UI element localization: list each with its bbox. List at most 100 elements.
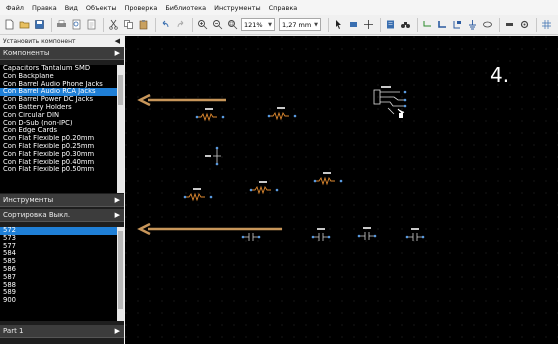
part-list-item[interactable]: 573 bbox=[0, 235, 124, 243]
new-file-icon[interactable] bbox=[3, 18, 16, 31]
toolbar-separator bbox=[328, 17, 329, 32]
parts-scrollbar[interactable] bbox=[117, 227, 124, 321]
menu-bar: Файл Правка Вид Объекты Проверка Библиот… bbox=[0, 0, 558, 15]
pointer-icon[interactable] bbox=[332, 18, 345, 31]
toolbar: 121% ▼ 1,27 mm ▼ bbox=[0, 15, 558, 35]
menu-file[interactable]: Файл bbox=[6, 4, 24, 12]
component-list-item[interactable]: Con Flat Flexible p0.50mm bbox=[0, 166, 124, 174]
chevron-down-icon: ▼ bbox=[268, 21, 272, 28]
annotation-arrow-left bbox=[137, 223, 282, 235]
part-list-item[interactable]: 589 bbox=[0, 289, 124, 297]
binoculars-icon[interactable] bbox=[399, 18, 412, 31]
toolbar-separator bbox=[417, 17, 418, 32]
page-setup-icon[interactable] bbox=[85, 18, 98, 31]
component-list-item[interactable]: Con Battery Holders bbox=[0, 104, 124, 112]
pin-icon[interactable] bbox=[503, 18, 516, 31]
settings-icon[interactable] bbox=[518, 18, 531, 31]
grid-combo[interactable]: 1,27 mm ▼ bbox=[279, 18, 321, 31]
components-header[interactable]: Компоненты ▶ bbox=[0, 47, 124, 60]
zoom-out-icon[interactable] bbox=[211, 18, 224, 31]
panel-caption-label: Установить компонент bbox=[3, 38, 76, 45]
part-list-item[interactable]: 900 bbox=[0, 297, 124, 305]
component-list-item[interactable]: Con D-Sub (non-IPC) bbox=[0, 120, 124, 128]
menu-view[interactable]: Вид bbox=[65, 4, 78, 12]
zoom-combo[interactable]: 121% ▼ bbox=[241, 18, 275, 31]
cross-icon[interactable] bbox=[362, 18, 375, 31]
toolbar-separator bbox=[51, 17, 52, 32]
part-list-item[interactable]: 577 bbox=[0, 243, 124, 251]
grid-icon[interactable] bbox=[540, 18, 553, 31]
grid-value: 1,27 mm bbox=[282, 20, 312, 29]
menu-tools[interactable]: Инструменты bbox=[214, 4, 261, 12]
chevron-right-icon: ▶ bbox=[114, 327, 120, 335]
component-list-item[interactable]: Con Circular DIN bbox=[0, 112, 124, 120]
cut-icon[interactable] bbox=[107, 18, 120, 31]
part-header[interactable]: Part 1 ▶ bbox=[0, 325, 124, 338]
toolbar-separator bbox=[499, 17, 500, 32]
tools-header-label: Инструменты bbox=[3, 196, 54, 204]
zoom-in-icon[interactable] bbox=[196, 18, 209, 31]
toolbar-separator bbox=[536, 17, 537, 32]
menu-objects[interactable]: Объекты bbox=[86, 4, 117, 12]
part-list-item[interactable]: 587 bbox=[0, 274, 124, 282]
print-preview-icon[interactable] bbox=[70, 18, 83, 31]
part-list-item[interactable]: 588 bbox=[0, 282, 124, 290]
panel-caption: Установить компонент ◀ bbox=[0, 36, 124, 47]
toolbar-separator bbox=[155, 17, 156, 32]
menu-check[interactable]: Проверка bbox=[124, 4, 157, 12]
component-list-item[interactable]: Capacitors Tantalum SMD bbox=[0, 65, 124, 73]
part-header-label: Part 1 bbox=[3, 327, 24, 335]
chevron-right-icon: ▶ bbox=[114, 196, 120, 204]
circle-icon[interactable] bbox=[481, 18, 494, 31]
bus-icon[interactable] bbox=[436, 18, 449, 31]
component-list-item[interactable]: Con Flat Flexible p0.40mm bbox=[0, 159, 124, 167]
components-scrollbar[interactable] bbox=[117, 65, 124, 193]
component-list-item[interactable]: Con Barrel Power DC Jacks bbox=[0, 96, 124, 104]
menu-library[interactable]: Библиотека bbox=[165, 4, 206, 12]
schematic-canvas[interactable]: 4. bbox=[125, 36, 558, 344]
component-list-item[interactable]: Con Backplane bbox=[0, 73, 124, 81]
scroll-thumb[interactable] bbox=[118, 231, 123, 309]
toolbar-separator bbox=[380, 17, 381, 32]
paste-icon[interactable] bbox=[137, 18, 150, 31]
component-list-item[interactable]: Con Barrel Audio Phone Jacks bbox=[0, 81, 124, 89]
component-list-item[interactable]: Con Edge Cards bbox=[0, 127, 124, 135]
copy-icon[interactable] bbox=[122, 18, 135, 31]
sort-header[interactable]: Сортировка Выкл. ▶ bbox=[0, 209, 124, 222]
collapse-left-icon[interactable]: ◀ bbox=[115, 36, 120, 47]
step-number: 4. bbox=[490, 63, 510, 87]
redo-icon[interactable] bbox=[174, 18, 187, 31]
part-list-item[interactable]: 585 bbox=[0, 258, 124, 266]
component-list-item[interactable]: Con Barrel Audio RCA Jacks bbox=[0, 88, 124, 97]
scroll-thumb[interactable] bbox=[118, 75, 123, 105]
chevron-right-icon: ▶ bbox=[114, 49, 120, 57]
zoom-value: 121% bbox=[244, 20, 263, 29]
toolbar-separator bbox=[103, 17, 104, 32]
tools-header[interactable]: Инструменты ▶ bbox=[0, 194, 124, 207]
menu-edit[interactable]: Правка bbox=[32, 4, 57, 12]
sort-header-label: Сортировка Выкл. bbox=[3, 211, 71, 219]
components-list[interactable]: Capacitors Tantalum SMD Con Backplane Con … bbox=[0, 65, 124, 193]
part-list-item[interactable]: 586 bbox=[0, 266, 124, 274]
net-label-icon[interactable] bbox=[451, 18, 464, 31]
components-header-label: Компоненты bbox=[3, 49, 50, 57]
power-icon[interactable] bbox=[466, 18, 479, 31]
part-list-item[interactable]: 572 bbox=[0, 227, 124, 235]
left-panel: Установить компонент ◀ Компоненты ▶ Capa… bbox=[0, 36, 124, 344]
library-icon[interactable] bbox=[384, 18, 397, 31]
component-list-item[interactable]: Con Flat Flexible p0.30mm bbox=[0, 151, 124, 159]
component-icon[interactable] bbox=[347, 18, 360, 31]
wire-icon[interactable] bbox=[421, 18, 434, 31]
menu-help[interactable]: Справка bbox=[269, 4, 298, 12]
print-icon[interactable] bbox=[55, 18, 68, 31]
part-list-item[interactable]: 584 bbox=[0, 250, 124, 258]
toolbar-separator bbox=[192, 17, 193, 32]
open-folder-icon[interactable] bbox=[18, 18, 31, 31]
parts-list[interactable]: 572 573 577 584 585 586 587 588 589 900 bbox=[0, 227, 124, 321]
undo-icon[interactable] bbox=[159, 18, 172, 31]
save-icon[interactable] bbox=[33, 18, 46, 31]
zoom-fit-icon[interactable] bbox=[226, 18, 239, 31]
component-list-item[interactable]: Con Flat Flexible p0.20mm bbox=[0, 135, 124, 143]
chevron-right-icon: ▶ bbox=[114, 211, 120, 219]
component-list-item[interactable]: Con Flat Flexible p0.25mm bbox=[0, 143, 124, 151]
